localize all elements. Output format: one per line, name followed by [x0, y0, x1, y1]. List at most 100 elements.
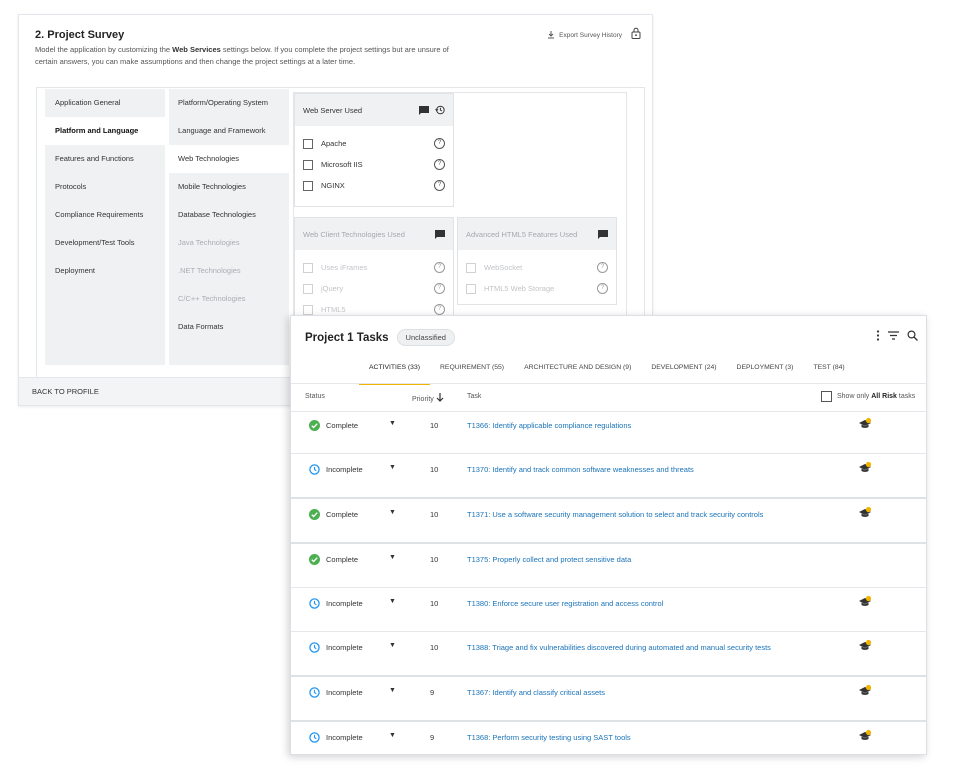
help-icon[interactable]: ?	[434, 262, 445, 273]
help-icon[interactable]: ?	[597, 262, 608, 273]
status-label: Complete	[326, 555, 359, 564]
priority-label: Priority	[412, 396, 434, 403]
help-icon[interactable]: ?	[434, 180, 445, 191]
task-column-header: Task	[467, 393, 482, 400]
help-icon[interactable]: ?	[434, 304, 445, 315]
subcategory-item[interactable]: Java Technologies	[169, 229, 289, 257]
status-dropdown-icon[interactable]: ▼	[389, 687, 396, 694]
option-row[interactable]: Uses iFrames?	[295, 257, 453, 278]
show-only-risk-toggle[interactable]: Show only All Risk tasks	[821, 391, 915, 402]
subcategory-item[interactable]: Database Technologies	[169, 201, 289, 229]
status-dropdown-icon[interactable]: ▼	[389, 509, 396, 516]
task-tab[interactable]: TEST (84)	[803, 362, 854, 383]
priority-column-header[interactable]: Priority	[412, 393, 444, 403]
status-dropdown-icon[interactable]: ▼	[389, 464, 396, 471]
subcategory-item[interactable]: Data Formats	[169, 313, 289, 341]
search-icon[interactable]	[907, 330, 918, 341]
option-checkbox[interactable]	[303, 262, 313, 273]
table-row[interactable]: Incomplete ▼ 9 T1367: Identify and classify…	[291, 677, 926, 722]
kebab-menu-icon[interactable]	[876, 330, 880, 341]
task-link[interactable]: T1371: Use a software security managemen…	[467, 510, 763, 519]
priority-value: 10	[430, 465, 439, 474]
status-dropdown-icon[interactable]: ▼	[389, 642, 396, 649]
option-row[interactable]: Apache?	[295, 133, 453, 154]
option-row[interactable]: HTML5 Web Storage?	[458, 278, 616, 299]
priority-value: 10	[430, 555, 439, 564]
task-link[interactable]: T1375: Properly collect and protect sens…	[467, 555, 631, 564]
table-row[interactable]: Incomplete ▼ 9 T1368: Perform security test…	[291, 722, 926, 754]
task-link[interactable]: T1368: Perform security testing using SA…	[467, 733, 631, 742]
risk-cap-icon	[859, 639, 872, 650]
html5-features-question: Advanced HTML5 Features Used WebSocket? H…	[457, 217, 617, 305]
help-icon[interactable]: ?	[434, 283, 445, 294]
category-item[interactable]: Compliance Requirements	[45, 201, 165, 229]
option-label: WebSocket	[484, 263, 523, 272]
option-checkbox[interactable]	[303, 138, 313, 149]
table-row[interactable]: Incomplete ▼ 10 T1370: Identify and track c…	[291, 454, 926, 499]
question-title: Web Client Technologies Used	[303, 229, 405, 239]
status-dropdown-icon[interactable]: ▼	[389, 598, 396, 605]
lock-icon[interactable]	[631, 27, 641, 39]
table-row[interactable]: Incomplete ▼ 10 T1380: Enforce secure user …	[291, 588, 926, 632]
task-link[interactable]: T1367: Identify and classify critical as…	[467, 688, 605, 697]
subcategory-item[interactable]: .NET Technologies	[169, 257, 289, 285]
task-link[interactable]: T1370: Identify and track common softwar…	[467, 465, 694, 474]
task-link[interactable]: T1388: Triage and fix vulnerabilities di…	[467, 643, 771, 652]
option-row[interactable]: jQuery?	[295, 278, 453, 299]
category-item[interactable]: Protocols	[45, 173, 165, 201]
option-checkbox[interactable]	[466, 262, 476, 273]
task-tab[interactable]: ARCHITECTURE AND DESIGN (9)	[514, 362, 641, 383]
task-tab[interactable]: DEPLOYMENT (3)	[727, 362, 804, 383]
help-icon[interactable]: ?	[597, 283, 608, 294]
priority-value: 10	[430, 421, 439, 430]
status-column-header[interactable]: Status	[305, 393, 325, 400]
option-checkbox[interactable]	[466, 283, 476, 294]
category-item[interactable]: Deployment	[45, 257, 165, 285]
priority-value: 10	[430, 643, 439, 652]
filter-icon[interactable]	[888, 331, 899, 340]
comment-icon[interactable]	[435, 229, 445, 239]
export-survey-history-button[interactable]: Export Survey History	[547, 31, 622, 39]
subcategory-item[interactable]: C/C++ Technologies	[169, 285, 289, 313]
category-item[interactable]: Application General	[45, 89, 165, 117]
task-link[interactable]: T1366: Identify applicable compliance re…	[467, 421, 631, 430]
table-row[interactable]: Incomplete ▼ 10 T1388: Triage and fix vulne…	[291, 632, 926, 677]
risk-cap-icon	[859, 506, 872, 517]
comment-icon[interactable]	[419, 105, 429, 115]
status-dropdown-icon[interactable]: ▼	[389, 420, 396, 427]
status-label: Incomplete	[326, 465, 363, 474]
table-row[interactable]: Complete ▼ 10 T1366: Identify applicable co…	[291, 410, 926, 454]
task-tab[interactable]: ACTIVITIES (33)	[359, 362, 430, 385]
table-row[interactable]: Complete ▼ 10 T1375: Properly collect and p…	[291, 544, 926, 588]
task-tab[interactable]: REQUIREMENT (55)	[430, 362, 514, 383]
table-row[interactable]: Complete ▼ 10 T1371: Use a software securit…	[291, 499, 926, 544]
option-row[interactable]: Microsoft IIS?	[295, 154, 453, 175]
option-row[interactable]: NGINX?	[295, 175, 453, 196]
option-row[interactable]: WebSocket?	[458, 257, 616, 278]
status-label: Incomplete	[326, 643, 363, 652]
task-link[interactable]: T1380: Enforce secure user registration …	[467, 599, 663, 608]
task-tab[interactable]: DEVELOPMENT (24)	[641, 362, 726, 383]
status-dropdown-icon[interactable]: ▼	[389, 554, 396, 561]
show-only-checkbox[interactable]	[821, 391, 832, 402]
history-icon[interactable]	[435, 105, 445, 115]
tasks-title: Project 1 Tasks	[305, 331, 389, 344]
option-checkbox[interactable]	[303, 304, 313, 315]
comment-icon[interactable]	[598, 229, 608, 239]
subcategory-item[interactable]: Platform/Operating System	[169, 89, 289, 117]
subcategory-item[interactable]: Language and Framework	[169, 117, 289, 145]
option-checkbox[interactable]	[303, 159, 313, 170]
category-item[interactable]: Development/Test Tools	[45, 229, 165, 257]
help-icon[interactable]: ?	[434, 138, 445, 149]
category-item[interactable]: Features and Functions	[45, 145, 165, 173]
status-dropdown-icon[interactable]: ▼	[389, 732, 396, 739]
help-icon[interactable]: ?	[434, 159, 445, 170]
subcategory-item[interactable]: Mobile Technologies	[169, 173, 289, 201]
subcategory-item[interactable]: Web Technologies	[169, 145, 289, 173]
risk-cap-icon	[859, 417, 872, 428]
option-checkbox[interactable]	[303, 180, 313, 191]
category-item[interactable]: Platform and Language	[45, 117, 165, 145]
option-checkbox[interactable]	[303, 283, 313, 294]
question-header: Web Client Technologies Used	[295, 218, 453, 250]
option-label: Microsoft IIS	[321, 160, 363, 169]
